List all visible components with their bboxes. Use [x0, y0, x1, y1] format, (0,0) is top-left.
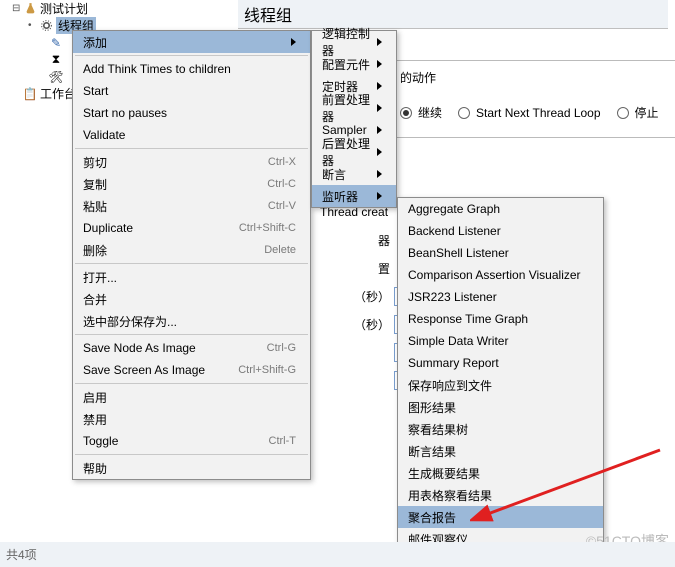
- radio-label: 停止: [635, 104, 659, 121]
- menu-listener[interactable]: 监听器: [312, 185, 396, 207]
- radio-label: 继续: [418, 104, 442, 121]
- listener-submenu: Aggregate Graph Backend Listener BeanShe…: [397, 197, 604, 551]
- chevron-right-icon: [377, 192, 382, 200]
- menu-start[interactable]: Start: [73, 80, 310, 102]
- radio-start-next[interactable]: [458, 107, 470, 119]
- radio-stop[interactable]: [617, 107, 629, 119]
- menu-response-time-graph[interactable]: Response Time Graph: [398, 308, 603, 330]
- menu-disable[interactable]: 禁用: [73, 408, 310, 430]
- menu-help[interactable]: 帮助: [73, 457, 310, 479]
- after-error-label: 的动作: [400, 71, 436, 85]
- chevron-right-icon: [377, 148, 382, 156]
- menu-logic-controller[interactable]: 逻辑控制器: [312, 31, 396, 53]
- add-submenu: 逻辑控制器 配置元件 定时器 前置处理器 Sampler 后置处理器 断言 监听…: [311, 30, 397, 208]
- menu-open[interactable]: 打开...: [73, 266, 310, 288]
- menu-jsr223-listener[interactable]: JSR223 Listener: [398, 286, 603, 308]
- menu-enable[interactable]: 启用: [73, 386, 310, 408]
- chevron-right-icon: [291, 38, 296, 46]
- menu-view-results-table[interactable]: 用表格察看结果: [398, 484, 603, 506]
- chevron-right-icon: [377, 82, 382, 90]
- menu-cut[interactable]: 剪切Ctrl-X: [73, 151, 310, 173]
- wrench-icon: 🛠: [48, 70, 64, 84]
- menu-save-screen[interactable]: Save Screen As ImageCtrl+Shift-G: [73, 359, 310, 381]
- panel-header: 线程组: [238, 0, 668, 29]
- menu-paste[interactable]: 粘贴Ctrl-V: [73, 195, 310, 217]
- menu-view-results-tree[interactable]: 察看结果树: [398, 418, 603, 440]
- clipboard-icon: 📋: [22, 87, 38, 101]
- menu-generate-summary[interactable]: 生成概要结果: [398, 462, 603, 484]
- menu-save-node[interactable]: Save Node As ImageCtrl-G: [73, 337, 310, 359]
- sec-label: （秒）: [320, 288, 390, 305]
- leaf-icon: •: [28, 20, 38, 31]
- chevron-right-icon: [377, 38, 382, 46]
- chevron-right-icon: [377, 170, 382, 178]
- context-menu: 添加 Add Think Times to children Start Sta…: [72, 30, 311, 480]
- menu-postprocessor[interactable]: 后置处理器: [312, 141, 396, 163]
- gear-icon: [38, 19, 54, 33]
- menu-backend-listener[interactable]: Backend Listener: [398, 220, 603, 242]
- collapse-icon[interactable]: ⊟: [12, 3, 22, 14]
- chevron-right-icon: [377, 60, 382, 68]
- menu-simple-data-writer[interactable]: Simple Data Writer: [398, 330, 603, 352]
- menu-think-times[interactable]: Add Think Times to children: [73, 58, 310, 80]
- hourglass-icon: ⧗: [48, 53, 64, 67]
- menu-add[interactable]: 添加: [73, 31, 310, 53]
- menu-save-selection[interactable]: 选中部分保存为...: [73, 310, 310, 332]
- flask-icon: [22, 2, 38, 16]
- cfg-label: 置: [320, 260, 390, 277]
- sec-label: （秒）: [320, 316, 390, 333]
- menu-delete[interactable]: 删除Delete: [73, 239, 310, 261]
- status-bar: 共4项: [0, 542, 675, 567]
- menu-save-response-file[interactable]: 保存响应到文件: [398, 374, 603, 396]
- radio-continue[interactable]: [400, 107, 412, 119]
- menu-aggregate-graph[interactable]: Aggregate Graph: [398, 198, 603, 220]
- menu-validate[interactable]: Validate: [73, 124, 310, 146]
- menu-duplicate[interactable]: DuplicateCtrl+Shift-C: [73, 217, 310, 239]
- tree-label: 工作台: [40, 85, 76, 102]
- menu-graph-results[interactable]: 图形结果: [398, 396, 603, 418]
- panel-title: 线程组: [244, 8, 292, 25]
- radio-label: Start Next Thread Loop: [476, 106, 601, 120]
- menu-comparison-visualizer[interactable]: Comparison Assertion Visualizer: [398, 264, 603, 286]
- menu-preprocessor[interactable]: 前置处理器: [312, 97, 396, 119]
- menu-summary-report[interactable]: Summary Report: [398, 352, 603, 374]
- menu-toggle[interactable]: ToggleCtrl-T: [73, 430, 310, 452]
- sched-label: 器: [320, 232, 390, 249]
- tree-node-testplan[interactable]: ⊟ 测试计划: [8, 0, 228, 17]
- menu-copy[interactable]: 复制Ctrl-C: [73, 173, 310, 195]
- menu-config-element[interactable]: 配置元件: [312, 53, 396, 75]
- menu-assertion-results[interactable]: 断言结果: [398, 440, 603, 462]
- chevron-right-icon: [377, 126, 382, 134]
- chevron-right-icon: [377, 104, 382, 112]
- tree-label: 测试计划: [40, 0, 88, 17]
- menu-beanshell-listener[interactable]: BeanShell Listener: [398, 242, 603, 264]
- pencil-icon: ✎: [48, 36, 64, 50]
- menu-merge[interactable]: 合并: [73, 288, 310, 310]
- menu-start-no-pauses[interactable]: Start no pauses: [73, 102, 310, 124]
- menu-aggregate-report[interactable]: 聚合报告: [398, 506, 603, 528]
